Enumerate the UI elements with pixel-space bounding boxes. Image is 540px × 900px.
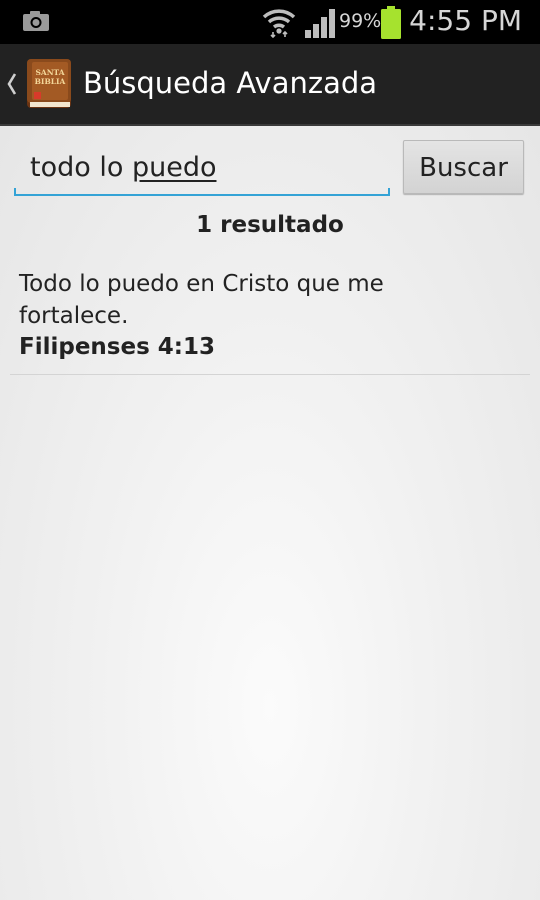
- battery-icon: [381, 6, 401, 39]
- up-caret-icon[interactable]: [4, 64, 20, 104]
- verse-reference: Filipenses 4:13: [19, 334, 215, 360]
- action-bar: SANTA BIBLIA Búsqueda Avanzada: [0, 44, 540, 126]
- status-bar: 99% 4:55 PM: [0, 0, 540, 44]
- page-title: Búsqueda Avanzada: [83, 66, 378, 100]
- verse-text: Todo lo puedo en Cristo que me fortalece…: [19, 271, 384, 329]
- content-area: todo lo puedo Buscar 1 resultado Todo lo…: [0, 126, 540, 900]
- search-input[interactable]: todo lo puedo: [14, 140, 390, 196]
- search-input-underline: [14, 194, 390, 196]
- app-logo-icon[interactable]: SANTA BIBLIA: [24, 58, 74, 110]
- search-button[interactable]: Buscar: [403, 140, 524, 194]
- result-count: 1 resultado: [196, 212, 344, 238]
- battery-percent: 99%: [339, 10, 382, 32]
- app-logo-line1: SANTA: [35, 68, 64, 77]
- camera-icon: [23, 11, 49, 31]
- app-logo-line2: BIBLIA: [35, 77, 66, 86]
- clock: 4:55 PM: [409, 4, 522, 37]
- search-input-value[interactable]: todo lo puedo: [30, 152, 216, 183]
- result-list-item[interactable]: Todo lo puedo en Cristo que me fortalece…: [10, 264, 530, 375]
- search-value-plain: todo lo: [30, 152, 132, 183]
- wifi-icon: [262, 9, 296, 38]
- signal-icon: [305, 9, 335, 38]
- search-value-underlined: puedo: [131, 152, 217, 183]
